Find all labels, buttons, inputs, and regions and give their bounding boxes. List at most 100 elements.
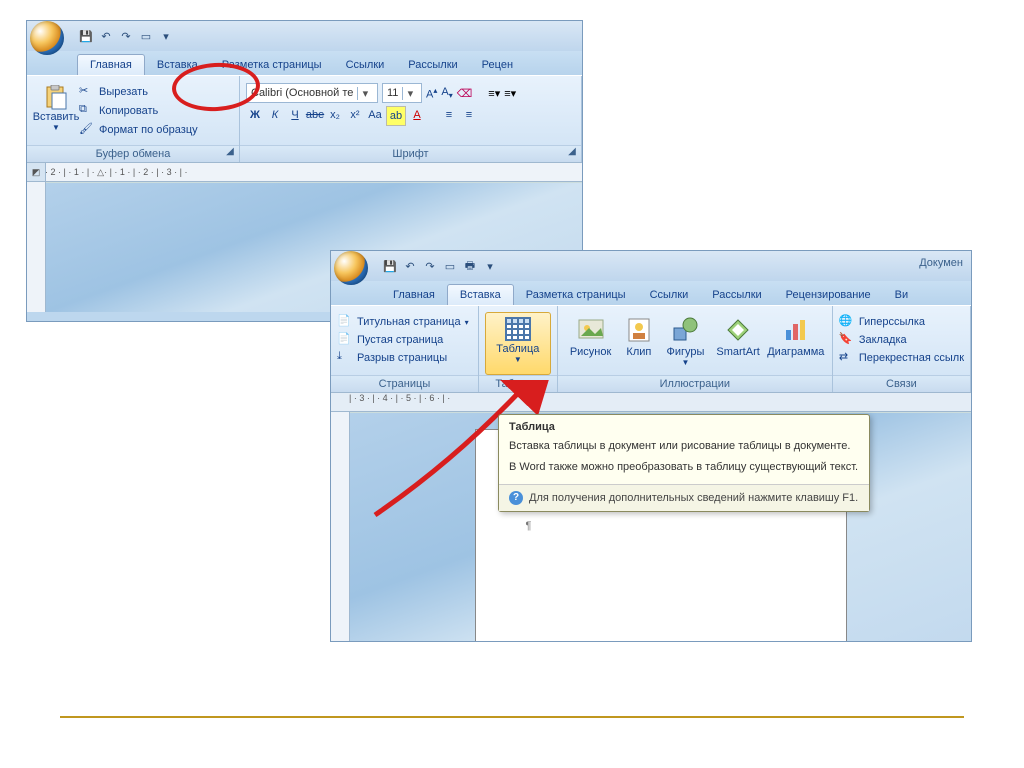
tab-layout[interactable]: Разметка страницы [514, 285, 638, 305]
italic-button[interactable]: К [266, 106, 284, 124]
group-label-font: Шрифт [240, 145, 581, 162]
hyperlink-button[interactable]: 🌐Гиперссылка [839, 313, 964, 331]
scissors-icon: ✂ [79, 84, 95, 100]
subscript-button[interactable]: x₂ [326, 106, 344, 124]
pilcrow-icon: ¶ [526, 520, 532, 532]
office-button[interactable] [30, 21, 64, 55]
align-center-icon[interactable]: ≡ [460, 106, 478, 124]
vertical-ruler[interactable] [27, 182, 46, 312]
more-icon[interactable]: ▾ [482, 258, 498, 274]
save-icon[interactable]: 💾 [78, 28, 94, 44]
cut-button[interactable]: ✂ Вырезать [79, 83, 198, 101]
table-icon [505, 317, 531, 341]
painter-label: Формат по образцу [99, 124, 198, 136]
ruler-marks: · 2 · | · 1 · | · △· | · 1 · | · 2 · | ·… [45, 167, 187, 178]
page-break-button[interactable]: ⤓Разрыв страницы [337, 349, 472, 367]
format-painter-button[interactable]: 🖌 Формат по образцу [79, 121, 198, 139]
tab-layout[interactable]: Разметка страницы [210, 55, 334, 75]
tab-review[interactable]: Рецензирование [774, 285, 883, 305]
paste-icon [43, 85, 69, 111]
dialog-launcher-icon[interactable]: ◢ [565, 146, 579, 160]
cut-label: Вырезать [99, 86, 148, 98]
copy-label: Копировать [99, 105, 158, 117]
tab-view[interactable]: Ви [883, 285, 920, 305]
redo-icon[interactable]: ↷ [422, 258, 438, 274]
copy-button[interactable]: ⧉Копировать [79, 102, 198, 120]
ruler-corner-icon: ◩ [27, 163, 46, 181]
bold-button[interactable]: Ж [246, 106, 264, 124]
tab-insert[interactable]: Вставка [447, 284, 514, 305]
group-links: 🌐Гиперссылка 🔖Закладка ⇄Перекрестная ссы… [833, 306, 971, 392]
crossref-button[interactable]: ⇄Перекрестная ссылк [839, 349, 964, 367]
clipart-button[interactable]: Клип [617, 312, 660, 375]
titlebar: 💾 ↶ ↷ ▭ ▾ [27, 21, 582, 51]
underline-button[interactable]: Ч [286, 106, 304, 124]
table-label: Таблица [496, 343, 539, 355]
tab-references[interactable]: Ссылки [638, 285, 701, 305]
tab-mailings[interactable]: Рассылки [396, 55, 469, 75]
quick-access-toolbar: 💾 ↶ ↷ ▭ 🖶 ▾ [382, 258, 498, 274]
font-name-select[interactable]: Calibri (Основной те▾ [246, 83, 378, 103]
font-size-select[interactable]: 11▾ [382, 83, 422, 103]
office-button[interactable] [334, 251, 368, 285]
more-icon[interactable]: ▾ [158, 28, 174, 44]
font-color-button[interactable]: A [408, 106, 426, 124]
group-font: Calibri (Основной те▾ 11▾ A▴ A▾ ⌫ ≡▾ ≡▾ … [240, 76, 582, 162]
new-icon[interactable]: ▭ [442, 258, 458, 274]
picture-button[interactable]: Рисунок [564, 312, 618, 375]
new-icon[interactable]: ▭ [138, 28, 154, 44]
horizontal-ruler[interactable]: ◩ · 2 · | · 1 · | · △· | · 1 · | · 2 · |… [27, 162, 582, 182]
group-label-tables: Таблицы [479, 375, 557, 392]
picture-icon [577, 316, 605, 344]
horizontal-ruler[interactable]: | · 3 · | · 4 · | · 5 · | · 6 · | · [331, 392, 971, 412]
clear-format-icon[interactable]: ⌫ [457, 87, 473, 100]
highlight-button[interactable]: ab [386, 106, 406, 126]
undo-icon[interactable]: ↶ [98, 28, 114, 44]
smartart-icon [724, 316, 752, 344]
smartart-button[interactable]: SmartArt [710, 312, 765, 375]
table-button[interactable]: Таблица ▼ [485, 312, 551, 375]
redo-icon[interactable]: ↷ [118, 28, 134, 44]
align-left-icon[interactable]: ≡ [440, 106, 458, 124]
undo-icon[interactable]: ↶ [402, 258, 418, 274]
chevron-down-icon: ▼ [514, 355, 522, 364]
vertical-ruler[interactable] [331, 412, 350, 642]
group-label-pages: Страницы [331, 375, 478, 392]
ribbon-tabs: Главная Вставка Разметка страницы Ссылки… [27, 51, 582, 75]
page-icon: 📄 [337, 332, 353, 348]
bullets-icon[interactable]: ≡▾ [488, 87, 500, 100]
shapes-button[interactable]: Фигуры▼ [660, 312, 710, 375]
group-illustrations: Рисунок Клип Фигуры▼ SmartArt Диаграмма … [558, 306, 833, 392]
chevron-down-icon: ▼ [52, 123, 60, 132]
grow-font-icon[interactable]: A▴ [426, 86, 437, 101]
break-icon: ⤓ [337, 350, 353, 366]
save-icon[interactable]: 💾 [382, 258, 398, 274]
dialog-launcher-icon[interactable]: ◢ [223, 146, 237, 160]
print-icon[interactable]: 🖶 [462, 258, 478, 274]
cover-page-button[interactable]: 📄Титульная страница▾ [337, 313, 472, 331]
ruler-marks: | · 3 · | · 4 · | · 5 · | · 6 · | · [349, 393, 450, 403]
tab-mailings[interactable]: Рассылки [700, 285, 773, 305]
crossref-icon: ⇄ [839, 350, 855, 366]
tab-references[interactable]: Ссылки [334, 55, 397, 75]
bookmark-button[interactable]: 🔖Закладка [839, 331, 964, 349]
quick-access-toolbar: 💾 ↶ ↷ ▭ ▾ [78, 28, 174, 44]
paste-button[interactable]: Вставить ▼ [33, 79, 79, 145]
ribbon-insert: 📄Титульная страница▾ 📄Пустая страница ⤓Р… [331, 305, 971, 392]
tab-home[interactable]: Главная [381, 285, 447, 305]
tab-review[interactable]: Рецен [470, 55, 525, 75]
group-label-links: Связи [833, 375, 970, 392]
shrink-font-icon[interactable]: A▾ [441, 86, 452, 100]
blank-page-button[interactable]: 📄Пустая страница [337, 331, 472, 349]
brush-icon: 🖌 [79, 122, 95, 138]
numbering-icon[interactable]: ≡▾ [504, 87, 516, 100]
tab-insert[interactable]: Вставка [145, 55, 210, 75]
tooltip-title: Таблица [499, 415, 869, 437]
strike-button[interactable]: abe [306, 106, 324, 124]
chart-button[interactable]: Диаграмма [766, 312, 826, 375]
changecase-button[interactable]: Aa [366, 106, 384, 124]
superscript-button[interactable]: x² [346, 106, 364, 124]
tooltip-table: Таблица Вставка таблицы в документ или р… [498, 414, 870, 512]
tab-home[interactable]: Главная [77, 54, 145, 75]
globe-icon: 🌐 [839, 314, 855, 330]
